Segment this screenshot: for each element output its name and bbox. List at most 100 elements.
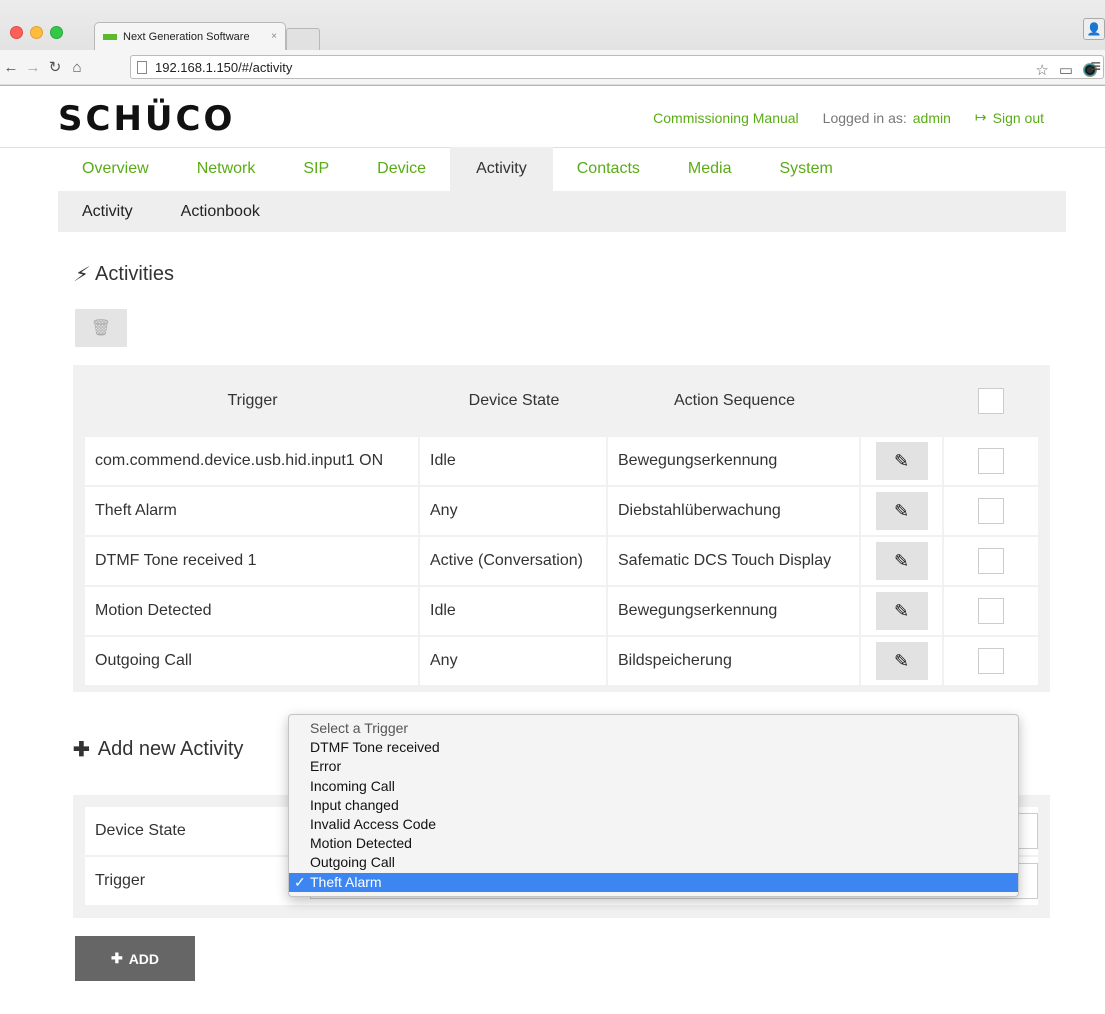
dropdown-option[interactable]: DTMF Tone received <box>289 738 1018 757</box>
column-header-action-sequence: Action Sequence <box>674 392 795 409</box>
edit-cell: ✎ <box>861 487 942 535</box>
sub-navigation: Activity Actionbook <box>58 191 1066 232</box>
device-state-label: Device State <box>95 822 186 839</box>
action-sequence-cell: Diebstahlüberwachung <box>608 487 859 535</box>
add-button[interactable]: ✚ ADD <box>75 936 195 981</box>
address-bar[interactable]: 192.168.1.150/#/activity ☆ ▭ <box>130 55 1104 79</box>
browser-tab[interactable]: Next Generation Software × <box>94 22 286 50</box>
row-checkbox[interactable] <box>978 498 1004 524</box>
back-icon[interactable]: ← <box>0 59 22 76</box>
minimize-window-button[interactable] <box>30 26 43 39</box>
row-checkbox[interactable] <box>978 648 1004 674</box>
add-activity-title: Add new Activity <box>97 738 244 760</box>
table-row[interactable]: Outgoing Call Any Bildspeicherung ✎ <box>85 637 1038 685</box>
row-checkbox[interactable] <box>978 548 1004 574</box>
dropdown-option[interactable]: Invalid Access Code <box>289 815 1018 834</box>
dropdown-option[interactable]: Error <box>289 757 1018 776</box>
close-window-button[interactable] <box>10 26 23 39</box>
row-checkbox[interactable] <box>978 448 1004 474</box>
dropdown-option[interactable]: Outgoing Call <box>289 853 1018 872</box>
commissioning-manual-link[interactable]: Commissioning Manual <box>653 110 799 126</box>
forward-icon[interactable]: → <box>22 59 44 76</box>
dropdown-option[interactable]: Motion Detected <box>289 834 1018 853</box>
tab-title: Next Generation Software <box>123 30 250 43</box>
page-icon <box>137 60 147 74</box>
table-row[interactable]: Theft Alarm Any Diebstahlüberwachung ✎ <box>85 487 1038 535</box>
add-button-label: ADD <box>128 950 160 967</box>
trigger-cell: Theft Alarm <box>85 487 418 535</box>
home-icon[interactable]: ⌂ <box>66 59 88 76</box>
edit-button[interactable]: ✎ <box>875 492 928 530</box>
table-row[interactable]: com.commend.device.usb.hid.input1 ON Idl… <box>85 437 1038 485</box>
trigger-label: Trigger <box>95 872 146 889</box>
select-cell <box>944 437 1038 485</box>
edit-cell: ✎ <box>861 537 942 585</box>
new-tab-button[interactable] <box>286 28 320 50</box>
edit-button[interactable]: ✎ <box>875 642 928 680</box>
device-state-cell: Idle <box>420 437 606 485</box>
table-row[interactable]: Motion Detected Idle Bewegungserkennung … <box>85 587 1038 635</box>
dropdown-option[interactable]: Input changed <box>289 796 1018 815</box>
site-header: SCHÜCO Commissioning Manual Logged in as… <box>58 87 1066 147</box>
lightning-icon: ⚡︎ <box>73 264 88 286</box>
plus-icon: ✚ <box>73 739 90 761</box>
edit-button[interactable]: ✎ <box>875 542 928 580</box>
tab-contacts[interactable]: Contacts <box>553 147 664 191</box>
select-cell <box>944 537 1038 585</box>
tab-activity[interactable]: Activity <box>450 147 553 191</box>
select-all-checkbox[interactable] <box>978 388 1004 414</box>
tab-system[interactable]: System <box>755 147 856 191</box>
pencil-icon: ✎ <box>893 650 910 671</box>
select-cell <box>944 487 1038 535</box>
delete-button[interactable]: 🗑︎ <box>75 309 127 347</box>
schueco-logo[interactable]: SCHÜCO <box>58 99 235 139</box>
trigger-cell: com.commend.device.usb.hid.input1 ON <box>85 437 418 485</box>
column-header-trigger: Trigger <box>227 392 278 409</box>
pencil-icon: ✎ <box>893 500 910 521</box>
tab-sip[interactable]: SIP <box>279 147 353 191</box>
dropdown-option-selected[interactable]: ✓ Theft Alarm <box>289 872 1018 892</box>
row-checkbox[interactable] <box>978 598 1004 624</box>
sign-out-icon[interactable]: ↦ <box>975 109 987 126</box>
tab-overview[interactable]: Overview <box>58 147 173 191</box>
device-state-cell: Any <box>420 487 606 535</box>
subtab-actionbook[interactable]: Actionbook <box>157 203 284 221</box>
pencil-icon: ✎ <box>893 550 910 571</box>
tab-media[interactable]: Media <box>664 147 756 191</box>
select-all-cell <box>944 379 1038 423</box>
edit-cell: ✎ <box>861 637 942 685</box>
tab-close-icon[interactable]: × <box>271 31 277 42</box>
url-text: 192.168.1.150/#/activity <box>155 59 293 75</box>
column-header-device-state: Device State <box>468 392 560 409</box>
checkmark-icon: ✓ <box>294 873 306 890</box>
subtab-activity[interactable]: Activity <box>58 203 157 221</box>
browser-menu-icon[interactable]: ≡ <box>1090 56 1101 77</box>
sign-out-link[interactable]: Sign out <box>993 110 1044 126</box>
activities-heading: ⚡︎ Activities <box>73 262 174 287</box>
username-link[interactable]: admin <box>913 110 951 126</box>
browser-toolbar: ← → ↻ ⌂ 192.168.1.150/#/activity ☆ ▭ <box>0 50 1105 84</box>
edit-cell: ✎ <box>861 587 942 635</box>
dropdown-option[interactable]: Incoming Call <box>289 777 1018 796</box>
table-header: Trigger Device State Action Sequence <box>85 379 1038 423</box>
profile-icon[interactable]: 👤 <box>1083 18 1105 40</box>
tab-network[interactable]: Network <box>173 147 280 191</box>
action-sequence-cell: Bewegungserkennung <box>608 437 859 485</box>
reload-icon[interactable]: ↻ <box>44 58 66 76</box>
dropdown-option[interactable]: Select a Trigger <box>289 719 1018 738</box>
cast-icon[interactable]: ▭ <box>1059 61 1073 79</box>
device-state-cell: Any <box>420 637 606 685</box>
activities-title: Activities <box>95 263 174 285</box>
tab-device[interactable]: Device <box>353 147 450 191</box>
pencil-icon: ✎ <box>893 450 910 471</box>
edit-button[interactable]: ✎ <box>875 592 928 630</box>
add-activity-heading: ✚ Add new Activity <box>73 737 243 762</box>
device-state-cell: Idle <box>420 587 606 635</box>
activities-table: Trigger Device State Action Sequence com… <box>73 365 1050 692</box>
trigger-dropdown-menu: Select a Trigger DTMF Tone received Erro… <box>288 714 1019 897</box>
bookmark-star-icon[interactable]: ☆ <box>1035 61 1048 79</box>
zoom-window-button[interactable] <box>50 26 63 39</box>
table-row[interactable]: DTMF Tone received 1 Active (Conversatio… <box>85 537 1038 585</box>
device-state-cell: Active (Conversation) <box>420 537 606 585</box>
edit-button[interactable]: ✎ <box>875 442 928 480</box>
